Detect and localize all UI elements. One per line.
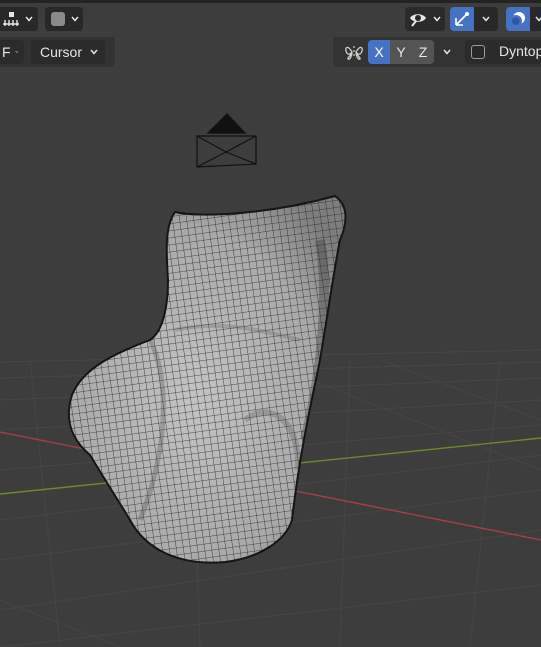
pivot-label: Cursor xyxy=(40,44,83,60)
gizmo-toggle-icon xyxy=(455,12,469,26)
mirror-z-toggle[interactable]: Z xyxy=(412,40,434,64)
chevron-down-icon xyxy=(90,49,98,55)
chevron-down-icon xyxy=(535,16,541,22)
chevron-down-icon xyxy=(443,49,451,55)
chevron-down-icon xyxy=(25,16,33,22)
mirror-z-label: Z xyxy=(418,44,428,60)
xray-toggle-button[interactable] xyxy=(506,7,530,31)
butterfly-mirror-icon xyxy=(345,46,363,60)
chevron-down-icon xyxy=(71,16,79,22)
sculpted-mesh xyxy=(67,194,347,564)
chevron-down-icon xyxy=(482,16,490,22)
gizmo-toggle-button[interactable] xyxy=(450,7,474,31)
3d-viewport[interactable] xyxy=(0,0,541,647)
shading-dropdown[interactable] xyxy=(45,7,83,31)
viewport-canvas xyxy=(0,113,541,647)
overlay-visibility-dropdown[interactable] xyxy=(405,7,445,31)
pivot-dropdown[interactable]: Cursor xyxy=(31,40,105,64)
mirror-y-toggle[interactable]: Y xyxy=(390,40,412,64)
snapping-grid-icon xyxy=(3,12,19,26)
orientation-dropdown[interactable]: F xyxy=(0,40,24,64)
mirror-y-label: Y xyxy=(396,44,406,60)
dyntopo-checkbox[interactable] xyxy=(471,45,485,59)
mirror-options-dropdown[interactable] xyxy=(436,40,458,64)
sphere-icon xyxy=(51,12,65,26)
camera-object-icon xyxy=(196,113,257,168)
gizmo-dropdown[interactable] xyxy=(450,7,498,31)
mirror-x-label: X xyxy=(374,44,384,60)
xray-overlay-icon xyxy=(510,12,525,27)
eye-visibility-icon xyxy=(410,14,426,27)
window-top-border xyxy=(0,0,541,3)
xray-dropdown[interactable] xyxy=(506,7,541,31)
orientation-label: F xyxy=(2,44,11,60)
mirror-x-toggle[interactable]: X xyxy=(368,40,390,64)
chevron-down-icon xyxy=(15,51,18,53)
dyntopo-label: Dyntopo xyxy=(499,43,541,59)
snapping-dropdown[interactable] xyxy=(0,7,38,31)
dyntopo-toggle[interactable]: Dyntopo xyxy=(465,40,541,64)
chevron-down-icon xyxy=(433,16,441,22)
